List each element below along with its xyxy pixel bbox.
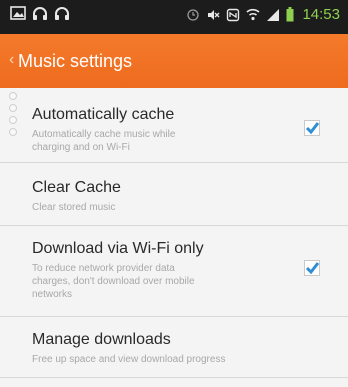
setting-title: Download via Wi-Fi only	[32, 240, 204, 257]
setting-subtitle: charges, don't download over mobile	[32, 276, 195, 287]
page-title[interactable]: Music settings	[18, 51, 132, 72]
chevron-left-icon[interactable]: ‹	[9, 51, 14, 69]
status-bar: 14:53	[0, 0, 348, 34]
alarm-icon	[187, 8, 200, 21]
nfc-icon	[227, 8, 240, 21]
setting-title: Clear Cache	[32, 179, 121, 196]
headphones-icon	[55, 7, 69, 20]
setting-title: Automatically cache	[32, 106, 175, 123]
image-icon	[10, 6, 26, 20]
setting-subtitle: networks	[32, 289, 73, 300]
battery-icon	[286, 7, 294, 22]
checkmark-icon	[304, 120, 320, 136]
status-time: 14:53	[302, 6, 340, 23]
setting-automatically-cache[interactable]: Automatically cache Automatically cache …	[0, 88, 348, 163]
setting-download-wifi-only[interactable]: Download via Wi-Fi only To reduce networ…	[0, 226, 348, 317]
setting-subtitle: Clear stored music	[32, 202, 116, 213]
setting-subtitle: Automatically cache music while	[32, 129, 176, 140]
setting-manage-downloads[interactable]: Manage downloads Free up space and view …	[0, 317, 348, 378]
setting-title: Manage downloads	[32, 331, 171, 348]
automatically-cache-checkbox[interactable]	[304, 120, 320, 136]
setting-subtitle: Free up space and view download progress	[32, 354, 226, 365]
setting-subtitle: To reduce network provider data	[32, 263, 175, 274]
mute-icon	[208, 9, 220, 20]
signal-icon	[267, 8, 280, 21]
app-bar: ‹ Music settings	[0, 34, 348, 88]
settings-list: Automatically cache Automatically cache …	[0, 88, 348, 378]
download-wifi-only-checkbox[interactable]	[304, 260, 320, 276]
setting-clear-cache[interactable]: Clear Cache Clear stored music	[0, 163, 348, 226]
setting-subtitle: charging and on Wi-Fi	[32, 142, 130, 153]
checkmark-icon	[304, 260, 320, 276]
wifi-icon	[246, 8, 260, 21]
headphones-icon	[33, 7, 47, 20]
